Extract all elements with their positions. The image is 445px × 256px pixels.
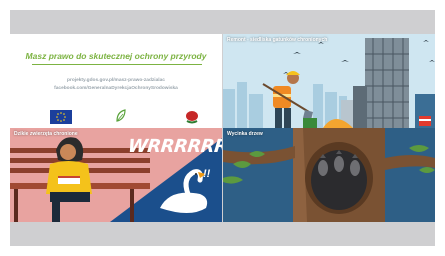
tile-title-tree: Wycinka drzew (227, 131, 263, 137)
tile-tree: Wycinka drzew (223, 128, 435, 222)
tile-title-renovation: Remont - siedliska gatunków chronionych (227, 37, 328, 43)
construction-illustration (223, 34, 435, 128)
facebook-link[interactable]: facebook.com/GeneralnaDyrekcjaOchronySro… (10, 86, 222, 91)
growl-text: WRRRRRR (126, 136, 222, 157)
eu-flag-logo (50, 110, 72, 124)
gdos-logo (184, 110, 200, 124)
video-collage: Masz prawo do skutecznej ochrony przyrod… (10, 34, 435, 222)
tile-animals: WRRRRRR !! Dzikie zwierzęta chronione (10, 128, 222, 222)
tile-renovation: Remont - siedliska gatunków chronionych (223, 34, 435, 128)
alarm-mark: !! (203, 168, 211, 180)
leaf-logo (113, 108, 129, 124)
heading-divider (32, 64, 202, 66)
media-frame: Masz prawo do skutecznej ochrony przyrod… (10, 10, 435, 246)
campaign-heading: Masz prawo do skutecznej ochrony przyrod… (25, 51, 207, 61)
tree-hollow-illustration (223, 128, 435, 222)
project-link[interactable]: projekty.gdos.gov.pl/masz-prawo-zadziala… (10, 78, 222, 83)
tile-intro: Masz prawo do skutecznej ochrony przyrod… (10, 34, 222, 128)
tile-title-animals: Dzikie zwierzęta chronione (14, 131, 78, 137)
